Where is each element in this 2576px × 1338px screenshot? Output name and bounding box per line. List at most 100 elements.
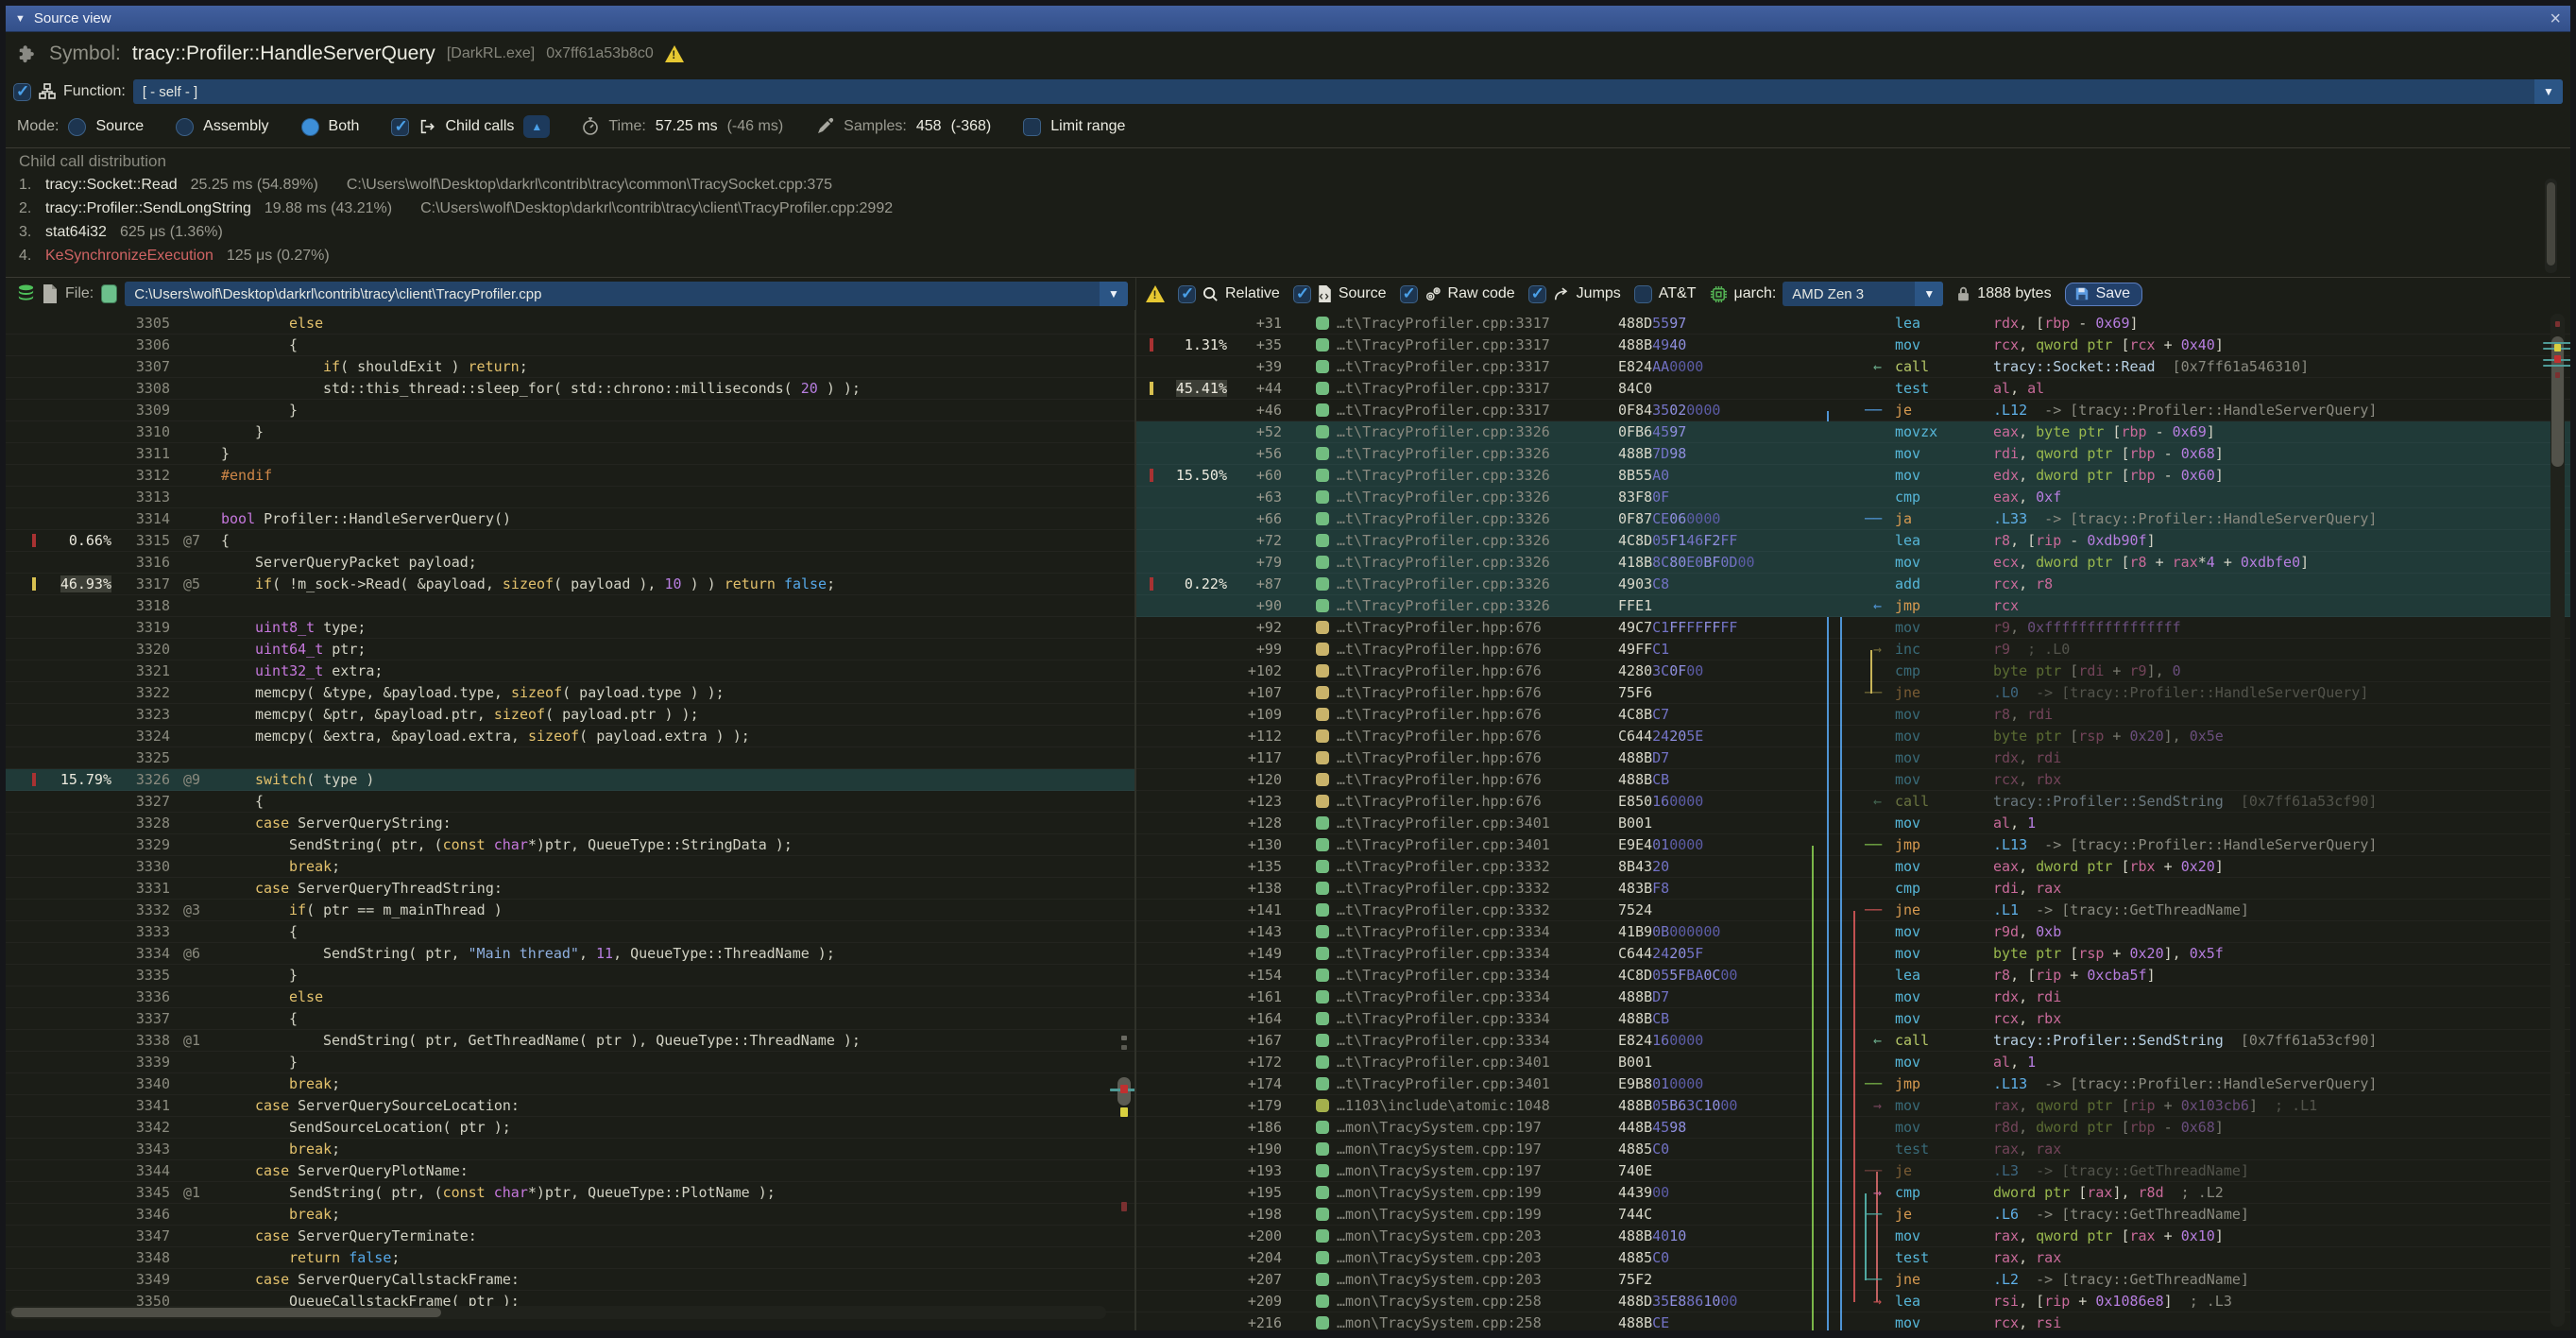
source-line[interactable]: 3331case ServerQueryThreadString: <box>6 878 1134 900</box>
source-line[interactable]: 3305else <box>6 313 1134 334</box>
source-line[interactable]: 3339} <box>6 1052 1134 1073</box>
relative-checkbox[interactable] <box>1178 285 1196 303</box>
asm-row[interactable]: +112…t\TracyProfiler.hpp:676C64424205Emo… <box>1136 726 2570 747</box>
source-line[interactable]: 3325 <box>6 747 1134 769</box>
asm-row[interactable]: +102…t\TracyProfiler.hpp:67642803C0F00cm… <box>1136 660 2570 682</box>
asm-row[interactable]: +193…mon\TracySystem.cpp:197740E──je.L3 … <box>1136 1160 2570 1182</box>
source-line[interactable]: 3334@6SendString( ptr, "Main thread", 11… <box>6 943 1134 965</box>
asm-row[interactable]: +63…t\TracyProfiler.cpp:332683F80Fcmpeax… <box>1136 487 2570 508</box>
asm-row[interactable]: +128…t\TracyProfiler.cpp:3401B001moval, … <box>1136 813 2570 834</box>
asm-row[interactable]: +200…mon\TracySystem.cpp:203488B4010movr… <box>1136 1226 2570 1247</box>
asm-row[interactable]: +154…t\TracyProfiler.cpp:33344C8D055FBA0… <box>1136 965 2570 986</box>
radio-both[interactable] <box>301 118 319 136</box>
source-line[interactable]: 3345@1SendString( ptr, (const char*)ptr,… <box>6 1182 1134 1204</box>
asm-row[interactable]: +79…t\TracyProfiler.cpp:3326418B8C80E0BF… <box>1136 552 2570 574</box>
asm-row[interactable]: +216…mon\TracySystem.cpp:258488BCEmovrcx… <box>1136 1312 2570 1330</box>
asm-row[interactable]: +117…t\TracyProfiler.hpp:676488BD7movrdx… <box>1136 747 2570 769</box>
source-line[interactable]: 3322memcpy( &type, &payload.type, sizeof… <box>6 682 1134 704</box>
source-line[interactable]: 3344case ServerQueryPlotName: <box>6 1160 1134 1182</box>
source-line[interactable]: 3316ServerQueryPacket payload; <box>6 552 1134 574</box>
source-line[interactable]: 3348return false; <box>6 1247 1134 1269</box>
asm-row[interactable]: 1.31%+35…t\TracyProfiler.cpp:3317488B494… <box>1136 334 2570 356</box>
asm-row[interactable]: +107…t\TracyProfiler.hpp:67675F6──jne.L0… <box>1136 682 2570 704</box>
asm-vscrollbar[interactable] <box>2550 314 2565 1327</box>
save-button[interactable]: Save <box>2065 283 2142 306</box>
asm-row[interactable]: +161…t\TracyProfiler.cpp:3334488BD7movrd… <box>1136 986 2570 1008</box>
asm-row[interactable]: +92…t\TracyProfiler.hpp:67649C7C1FFFFFFF… <box>1136 617 2570 639</box>
source-line[interactable]: 3336else <box>6 986 1134 1008</box>
asm-row[interactable]: +135…t\TracyProfiler.cpp:33328B4320movea… <box>1136 856 2570 878</box>
asm-row[interactable]: +174…t\TracyProfiler.cpp:3401E9B8010000─… <box>1136 1073 2570 1095</box>
source-line[interactable]: 15.79%3326@9switch( type ) <box>6 769 1134 791</box>
asm-row[interactable]: +186…mon\TracySystem.cpp:197448B4598movr… <box>1136 1117 2570 1139</box>
asm-row[interactable]: 15.50%+60…t\TracyProfiler.cpp:33268B55A0… <box>1136 465 2570 487</box>
asm-row[interactable]: +207…mon\TracySystem.cpp:20375F2──jne.L2… <box>1136 1269 2570 1291</box>
source-line[interactable]: 3319uint8_t type; <box>6 617 1134 639</box>
asm-row[interactable]: +209…mon\TracySystem.cpp:258488D35E88610… <box>1136 1291 2570 1312</box>
asm-row[interactable]: +39…t\TracyProfiler.cpp:3317E824AA0000←c… <box>1136 356 2570 378</box>
asm-row[interactable]: +167…t\TracyProfiler.cpp:3334E824160000←… <box>1136 1030 2570 1052</box>
source-line[interactable]: 3313 <box>6 487 1134 508</box>
child-calls-checkbox[interactable] <box>391 118 409 136</box>
source-line[interactable]: 3306{ <box>6 334 1134 356</box>
source-line[interactable]: 3310} <box>6 421 1134 443</box>
source-checkbox[interactable] <box>1293 285 1311 303</box>
radio-source[interactable] <box>68 118 86 136</box>
source-line[interactable]: 0.66%3315@7{ <box>6 530 1134 552</box>
asm-row[interactable]: +52…t\TracyProfiler.cpp:33260FB64597movz… <box>1136 421 2570 443</box>
asm-row[interactable]: +149…t\TracyProfiler.cpp:3334C64424205Fm… <box>1136 943 2570 965</box>
source-line[interactable]: 3330break; <box>6 856 1134 878</box>
source-line[interactable]: 3349case ServerQueryCallstackFrame: <box>6 1269 1134 1291</box>
raw-code-checkbox[interactable] <box>1400 285 1418 303</box>
asm-row[interactable]: +31…t\TracyProfiler.cpp:3317488D5597lear… <box>1136 313 2570 334</box>
source-line[interactable]: 3312#endif <box>6 465 1134 487</box>
source-vscrollbar[interactable] <box>1117 310 1131 1302</box>
child-call-row[interactable]: 1.tracy::Socket::Read25.25 ms (54.89%)C:… <box>19 177 2557 200</box>
source-line[interactable]: 3307if( shouldExit ) return; <box>6 356 1134 378</box>
asm-row[interactable]: +46…t\TracyProfiler.cpp:33170F8435020000… <box>1136 400 2570 421</box>
source-line[interactable]: 3318 <box>6 595 1134 617</box>
source-line[interactable]: 3323memcpy( &ptr, &payload.ptr, sizeof( … <box>6 704 1134 726</box>
file-select[interactable]: C:\Users\wolf\Desktop\darkrl\contrib\tra… <box>125 282 1128 306</box>
asm-row[interactable]: +120…t\TracyProfiler.hpp:676488BCBmovrcx… <box>1136 769 2570 791</box>
march-select[interactable]: AMD Zen 3 ▼ <box>1783 282 1943 306</box>
source-line[interactable]: 3347case ServerQueryTerminate: <box>6 1226 1134 1247</box>
asm-row[interactable]: +204…mon\TracySystem.cpp:2034885C0testra… <box>1136 1247 2570 1269</box>
limit-range-checkbox[interactable] <box>1023 118 1041 136</box>
collapse-icon[interactable]: ▼ <box>15 13 26 25</box>
asm-row[interactable]: 0.22%+87…t\TracyProfiler.cpp:33264903C8a… <box>1136 574 2570 595</box>
function-checkbox[interactable] <box>13 83 31 101</box>
source-line[interactable]: 3308std::this_thread::sleep_for( std::ch… <box>6 378 1134 400</box>
asm-row[interactable]: +143…t\TracyProfiler.cpp:333441B90B00000… <box>1136 921 2570 943</box>
source-line[interactable]: 3328case ServerQueryString: <box>6 813 1134 834</box>
source-hscrollbar[interactable] <box>9 1306 1106 1319</box>
source-line[interactable]: 3342SendSourceLocation( ptr ); <box>6 1117 1134 1139</box>
source-line[interactable]: 3321uint32_t extra; <box>6 660 1134 682</box>
child-call-row[interactable]: 2.tracy::Profiler::SendLongString19.88 m… <box>19 200 2557 224</box>
child-call-row[interactable]: 3.stat64i32625 μs (1.36%) <box>19 224 2557 248</box>
source-line[interactable]: 3340break; <box>6 1073 1134 1095</box>
asm-row[interactable]: +123…t\TracyProfiler.hpp:676E850160000←c… <box>1136 791 2570 813</box>
function-select[interactable]: [ - self - ] ▼ <box>133 79 2563 104</box>
asm-row[interactable]: +141…t\TracyProfiler.cpp:33327524──jne.L… <box>1136 900 2570 921</box>
att-checkbox[interactable] <box>1634 285 1652 303</box>
source-line[interactable]: 3324memcpy( &extra, &payload.extra, size… <box>6 726 1134 747</box>
source-line[interactable]: 3338@1SendString( ptr, GetThreadName( pt… <box>6 1030 1134 1052</box>
radio-assembly[interactable] <box>176 118 194 136</box>
source-line[interactable]: 3335} <box>6 965 1134 986</box>
asm-row[interactable]: +109…t\TracyProfiler.hpp:6764C8BC7movr8,… <box>1136 704 2570 726</box>
asm-row[interactable]: +90…t\TracyProfiler.cpp:3326FFE1←jmprcx <box>1136 595 2570 617</box>
child-call-scrollbar[interactable] <box>2545 179 2557 273</box>
collapse-up-button[interactable]: ▲ <box>523 115 550 138</box>
asm-row[interactable]: +99…t\TracyProfiler.hpp:67649FFC1→incr9 … <box>1136 639 2570 660</box>
source-line[interactable]: 3341case ServerQuerySourceLocation: <box>6 1095 1134 1117</box>
source-line[interactable]: 3343break; <box>6 1139 1134 1160</box>
source-line[interactable]: 3337{ <box>6 1008 1134 1030</box>
source-line[interactable]: 3320uint64_t ptr; <box>6 639 1134 660</box>
child-call-row[interactable]: 4.KeSynchronizeExecution125 μs (0.27%) <box>19 248 2557 271</box>
source-line[interactable]: 3314bool Profiler::HandleServerQuery() <box>6 508 1134 530</box>
source-line[interactable]: 3309} <box>6 400 1134 421</box>
jumps-checkbox[interactable] <box>1528 285 1546 303</box>
asm-row[interactable]: +56…t\TracyProfiler.cpp:3326488B7D98movr… <box>1136 443 2570 465</box>
asm-row[interactable]: +190…mon\TracySystem.cpp:1974885C0testra… <box>1136 1139 2570 1160</box>
